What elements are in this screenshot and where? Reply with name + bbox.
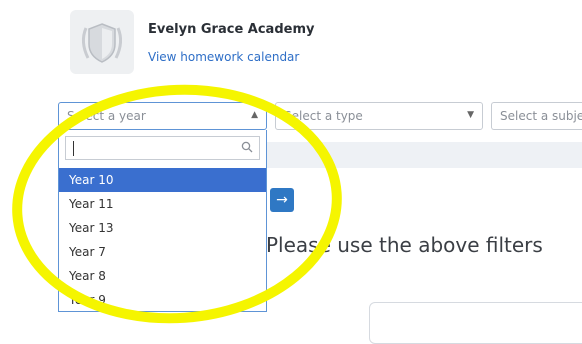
subject-select[interactable]: Select a subject <box>491 102 582 130</box>
year-option-7[interactable]: Year 7 <box>59 240 266 264</box>
year-options-list: Year 10 Year 11 Year 13 Year 7 Year 8 Ye… <box>59 168 266 312</box>
year-option-11[interactable]: Year 11 <box>59 192 266 216</box>
chevron-down-icon: ▼ <box>467 110 474 120</box>
year-search-input[interactable] <box>72 138 242 158</box>
year-dropdown-menu: Year 10 Year 11 Year 13 Year 7 Year 8 Ye… <box>58 130 267 312</box>
year-option-13[interactable]: Year 13 <box>59 216 266 240</box>
page-header: Evelyn Grace Academy View homework calen… <box>0 0 582 90</box>
content-card <box>369 302 582 344</box>
view-homework-calendar-link[interactable]: View homework calendar <box>148 50 299 64</box>
school-logo <box>70 10 134 74</box>
apply-filters-button[interactable]: → <box>270 188 294 212</box>
year-option-8[interactable]: Year 8 <box>59 264 266 288</box>
chevron-up-icon: ▲ <box>251 110 258 120</box>
year-select[interactable]: Select a year ▲ <box>58 102 267 130</box>
year-option-9[interactable]: Year 9 <box>59 288 266 312</box>
school-name: Evelyn Grace Academy <box>148 22 315 37</box>
type-select-placeholder: Select a type <box>284 109 363 123</box>
type-select[interactable]: Select a type ▼ <box>275 102 483 130</box>
text-caret <box>73 141 74 156</box>
subject-select-placeholder: Select a subject <box>500 109 582 123</box>
year-option-10[interactable]: Year 10 <box>59 168 266 192</box>
year-select-placeholder: Select a year <box>67 109 146 123</box>
year-search-field[interactable] <box>65 136 260 160</box>
shield-crest-logo-icon <box>81 23 123 63</box>
filter-instruction-message: Please use the above filters <box>266 233 543 257</box>
arrow-right-icon: → <box>276 192 288 208</box>
search-icon <box>241 141 253 153</box>
